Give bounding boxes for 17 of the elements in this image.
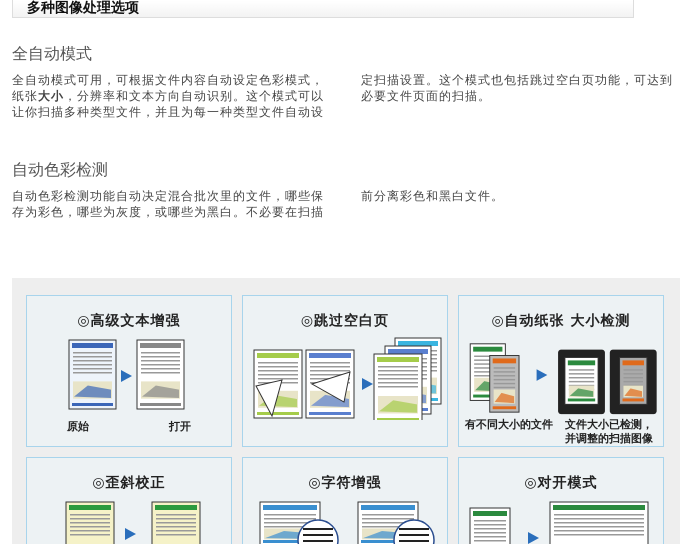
description-text: 前分离彩色和黑白文件。 [361,188,505,205]
section-heading: 自动色彩检测 [12,160,109,180]
description-text: 自动色彩检测功能自动决定混合批次里的文件，哪些保存为彩色，哪些为灰度，或哪些为黑白。不必要在扫描 [12,188,325,221]
feature-title: ◎字符增强 [308,474,382,492]
description-text: 全自动模式可用，可根据文件内容自动设定色彩模式，纸张大小，分辨率和文本方向自动识别。这个模式可以让你扫描多种类型文件，并且为每一种类型文件自动设 [12,72,325,120]
description-text: 定扫描设置。这个模式也包括跳过空白页功能，可达到必要文件页面的扫描。 [361,72,674,105]
feature-title: ◎对开模式 [524,474,598,492]
feature-title: ◎歪斜校正 [92,474,166,492]
feature-title: ◎自动纸张 大小检测 [491,312,631,330]
section-heading: 全自动模式 [12,44,93,64]
feature-title: ◎高级文本增强 [77,312,181,330]
section-title-bar: 多种图像处理选项 [12,0,634,18]
feature-caption: 原始 [67,420,89,434]
feature-caption: 文件大小已检测，并调整的扫描图像 [565,418,654,446]
feature-caption: 打开 [169,420,191,434]
feature-title: ◎跳过空白页 [300,312,390,330]
feature-caption: 有不同大小的文件 [465,418,553,433]
